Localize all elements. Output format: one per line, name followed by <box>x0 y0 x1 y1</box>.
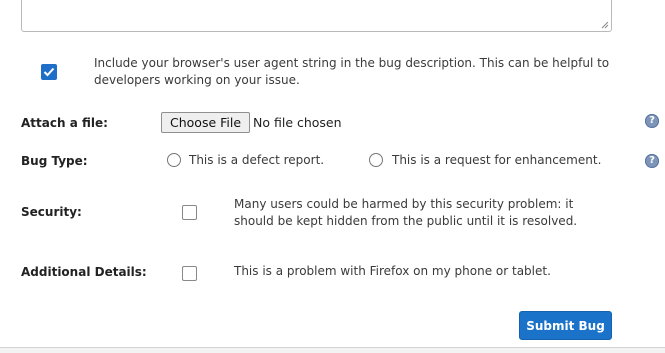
mobile-problem-description: This is a problem with Firefox on my pho… <box>234 264 551 278</box>
security-label: Security: <box>21 205 82 219</box>
checkmark-icon <box>43 67 55 77</box>
enhancement-request-radio[interactable] <box>369 153 383 167</box>
file-status-text: No file chosen <box>253 115 342 130</box>
attach-help-icon[interactable]: ? <box>645 114 659 128</box>
security-description: Many users could be harmed by this secur… <box>234 197 578 228</box>
resize-grip-icon[interactable] <box>601 21 609 29</box>
additional-details-label: Additional Details: <box>21 265 147 279</box>
description-textarea[interactable] <box>21 0 612 32</box>
bug-form-panel: Include your browser's user agent string… <box>0 0 665 348</box>
defect-report-label: This is a defect report. <box>189 153 325 167</box>
bug-type-help-icon[interactable]: ? <box>645 154 659 168</box>
security-checkbox[interactable] <box>182 205 197 220</box>
choose-file-button[interactable]: Choose File <box>161 112 251 133</box>
defect-report-radio[interactable] <box>167 153 181 167</box>
attach-file-label: Attach a file: <box>21 116 108 130</box>
enhancement-request-label: This is a request for enhancement. <box>392 153 602 167</box>
mobile-problem-checkbox[interactable] <box>182 266 197 281</box>
user-agent-checkbox[interactable] <box>41 64 57 80</box>
submit-bug-button[interactable]: Submit Bug <box>519 311 612 340</box>
user-agent-description: Include your browser's user agent string… <box>94 56 610 87</box>
bug-type-label: Bug Type: <box>21 154 88 168</box>
